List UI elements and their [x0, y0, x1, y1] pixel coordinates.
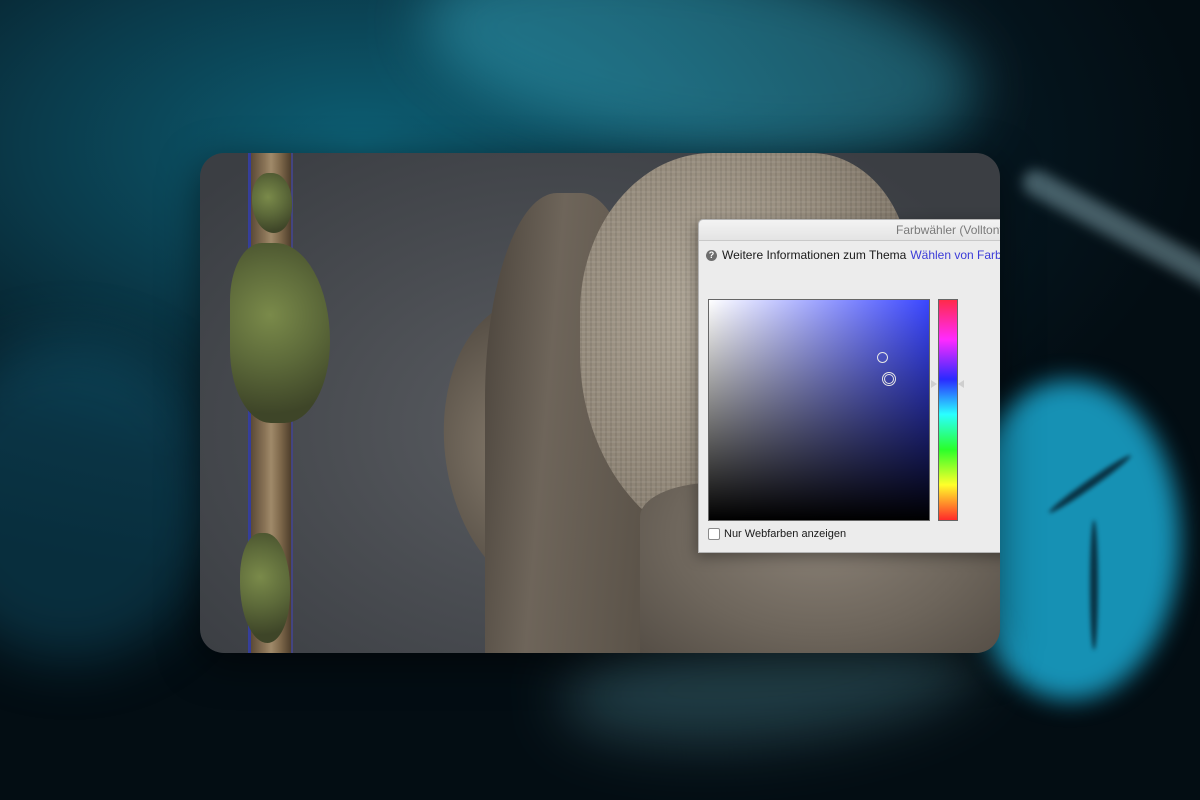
choose-color-link[interactable]: Wählen von Farbe: [910, 248, 1000, 262]
selected-color-marker[interactable]: [882, 372, 896, 386]
hue-slider-right-arrow-icon[interactable]: [958, 380, 964, 388]
hue-slider-left-arrow-icon[interactable]: [931, 380, 937, 388]
info-row: ? Weitere Informationen zum Thema Wählen…: [706, 248, 1000, 262]
web-colors-option[interactable]: Nur Webfarben anzeigen: [708, 528, 846, 540]
web-colors-checkbox[interactable]: [708, 528, 720, 540]
info-text: Weitere Informationen zum Thema: [722, 248, 907, 262]
color-field[interactable]: [708, 299, 930, 521]
moss-patch: [230, 243, 330, 423]
background-glow: [0, 340, 220, 660]
web-colors-label[interactable]: Nur Webfarben anzeigen: [724, 528, 846, 540]
dialog-title[interactable]: Farbwähler (Volltonf: [699, 220, 1000, 241]
color-picker-dialog[interactable]: Farbwähler (Volltonf ? Weitere Informati…: [698, 219, 1000, 553]
image-canvas: Farbwähler (Volltonf ? Weitere Informati…: [200, 153, 1000, 653]
mossy-stick-image: [230, 153, 330, 653]
hue-slider[interactable]: [938, 299, 958, 521]
background-glow: [1017, 165, 1200, 301]
background-glow: [1090, 520, 1098, 650]
moss-patch: [252, 173, 292, 233]
reference-color-marker: [877, 352, 888, 363]
question-mark-icon[interactable]: ?: [706, 249, 717, 261]
